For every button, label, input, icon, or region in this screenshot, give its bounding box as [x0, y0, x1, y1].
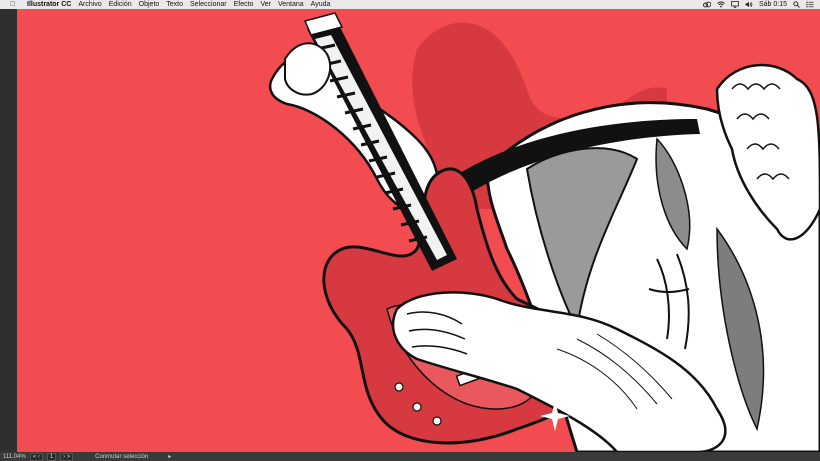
- artboard-nav-next[interactable]: › »: [60, 452, 74, 461]
- last-artboard-icon[interactable]: »: [67, 454, 70, 460]
- creative-cloud-icon[interactable]: [703, 1, 711, 8]
- guitar-knob: [432, 416, 442, 426]
- status-arrow-icon[interactable]: ▸: [168, 453, 171, 460]
- fretting-hand: [284, 42, 332, 96]
- menu-archivo[interactable]: Archivo: [78, 1, 101, 8]
- macos-menu-bar:  Illustrator CC Archivo Edición Objeto …: [0, 0, 820, 9]
- menu-extras: Sáb 0:15: [703, 0, 814, 9]
- menu-objeto[interactable]: Objeto: [139, 1, 160, 8]
- next-artboard-icon[interactable]: ›: [63, 454, 65, 460]
- status-bar: 111.04% « ‹ 1 › » Conmutar selección ▸: [0, 452, 820, 461]
- menu-edicion[interactable]: Edición: [109, 1, 132, 8]
- artboard-number-field[interactable]: 1: [46, 452, 57, 461]
- guitar-knob: [394, 382, 404, 392]
- artboard[interactable]: [17, 9, 820, 452]
- prev-artboard-icon[interactable]: ‹: [38, 454, 40, 460]
- status-mode[interactable]: Conmutar selección: [95, 454, 148, 460]
- menu-ver[interactable]: Ver: [260, 1, 271, 8]
- spotlight-icon[interactable]: [793, 1, 800, 8]
- menu-efecto[interactable]: Efecto: [234, 1, 254, 8]
- menu-ayuda[interactable]: Ayuda: [311, 1, 331, 8]
- menu-clock[interactable]: Sáb 0:15: [759, 0, 787, 9]
- volume-icon[interactable]: [745, 1, 753, 8]
- app-name-menu[interactable]: Illustrator CC: [27, 1, 71, 8]
- zoom-level[interactable]: 111.04%: [3, 454, 26, 460]
- guitar-knob: [412, 402, 422, 412]
- wifi-icon[interactable]: [717, 1, 725, 8]
- menu-texto[interactable]: Texto: [166, 1, 183, 8]
- menu-ventana[interactable]: Ventana: [278, 1, 304, 8]
- apple-logo-icon[interactable]: : [10, 0, 18, 9]
- airplay-icon[interactable]: [731, 1, 739, 8]
- notification-center-icon[interactable]: [806, 1, 814, 8]
- menu-seleccionar[interactable]: Seleccionar: [190, 1, 227, 8]
- document-canvas[interactable]: [0, 9, 820, 452]
- artboard-nav[interactable]: « ‹: [29, 452, 43, 461]
- first-artboard-icon[interactable]: «: [33, 454, 36, 460]
